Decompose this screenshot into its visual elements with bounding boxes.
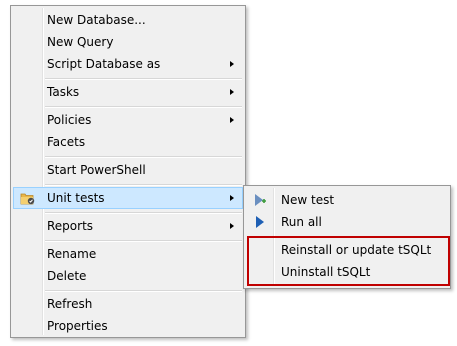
- submenu-arrow-icon: [230, 223, 234, 229]
- menu-item-start-powershell[interactable]: Start PowerShell: [13, 159, 243, 181]
- database-context-menu: New Database... New Query Script Databas…: [10, 5, 246, 338]
- submenu-item-new-test[interactable]: New test: [246, 189, 448, 211]
- submenu-item-label: New test: [281, 193, 335, 207]
- menu-item-label: Policies: [47, 113, 92, 127]
- menu-item-label: New Query: [47, 35, 114, 49]
- unit-tests-submenu: New test Run all Reinstall or update tSQ…: [243, 185, 451, 289]
- submenu-item-uninstall-tsqlt[interactable]: Uninstall tSQLt: [246, 261, 448, 283]
- menu-separator: [45, 290, 242, 292]
- menu-separator: [45, 78, 242, 80]
- menu-separator: [45, 106, 242, 108]
- menu-separator: [45, 240, 242, 242]
- menu-item-policies[interactable]: Policies: [13, 109, 243, 131]
- menu-separator: [276, 236, 447, 238]
- menu-item-label: Tasks: [47, 85, 80, 99]
- menu-separator: [45, 156, 242, 158]
- submenu-arrow-icon: [230, 117, 234, 123]
- menu-item-label: New Database...: [47, 13, 146, 27]
- submenu-arrow-icon: [230, 195, 234, 201]
- submenu-item-run-all[interactable]: Run all: [246, 211, 448, 233]
- menu-item-label: Reports: [47, 219, 94, 233]
- menu-item-unit-tests[interactable]: Unit tests: [13, 187, 243, 209]
- unit-tests-icon: [20, 193, 35, 205]
- menu-item-label: Start PowerShell: [47, 163, 146, 177]
- run-all-icon: [256, 216, 264, 228]
- menu-item-new-database[interactable]: New Database...: [13, 9, 243, 31]
- menu-item-label: Refresh: [47, 297, 93, 311]
- submenu-item-label: Reinstall or update tSQLt: [281, 243, 432, 257]
- menu-item-label: Rename: [47, 247, 97, 261]
- menu-item-delete[interactable]: Delete: [13, 265, 243, 287]
- menu-separator: [45, 212, 242, 214]
- submenu-arrow-icon: [230, 61, 234, 67]
- menu-item-facets[interactable]: Facets: [13, 131, 243, 153]
- menu-item-new-query[interactable]: New Query: [13, 31, 243, 53]
- menu-item-reports[interactable]: Reports: [13, 215, 243, 237]
- submenu-item-label: Uninstall tSQLt: [281, 265, 371, 279]
- menu-item-tasks[interactable]: Tasks: [13, 81, 243, 103]
- menu-item-label: Properties: [47, 319, 108, 333]
- submenu-item-reinstall-tsqlt[interactable]: Reinstall or update tSQLt: [246, 239, 448, 261]
- menu-item-label: Script Database as: [47, 57, 161, 71]
- submenu-item-label: Run all: [281, 215, 322, 229]
- submenu-arrow-icon: [230, 89, 234, 95]
- menu-item-label: Unit tests: [47, 191, 105, 205]
- menu-item-refresh[interactable]: Refresh: [13, 293, 243, 315]
- menu-item-properties[interactable]: Properties: [13, 315, 243, 337]
- menu-item-script-database-as[interactable]: Script Database as: [13, 53, 243, 75]
- menu-separator: [45, 184, 242, 186]
- menu-item-label: Delete: [47, 269, 87, 283]
- new-test-icon: [255, 194, 266, 206]
- menu-item-label: Facets: [47, 135, 86, 149]
- screenshot-stage: New Database... New Query Script Databas…: [0, 0, 457, 346]
- menu-item-rename[interactable]: Rename: [13, 243, 243, 265]
